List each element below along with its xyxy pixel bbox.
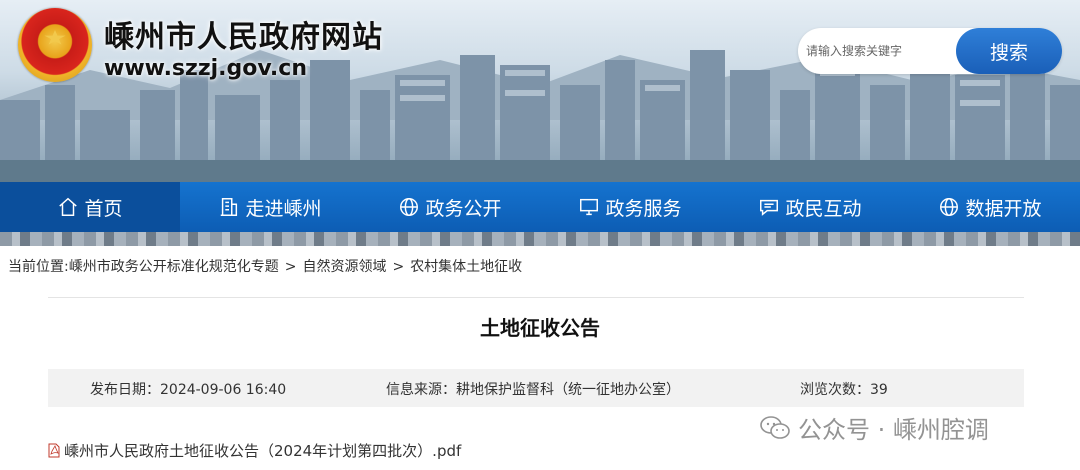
- wechat-icon: [760, 415, 790, 439]
- home-icon: [59, 197, 78, 216]
- nav-item-label: 首页: [84, 197, 123, 220]
- chat-icon: [760, 199, 779, 216]
- breadcrumb: 当前位置:嵊州市政务公开标准化规范化专题 > 自然资源领域 > 农村集体土地征收: [8, 256, 522, 276]
- attachment-filename: 嵊州市人民政府土地征收公告（2024年计划第四批次）.pdf: [64, 442, 462, 460]
- nav-item-open-data[interactable]: 数据开放: [900, 182, 1080, 232]
- search-bar: 搜索: [798, 28, 1062, 74]
- nav-item-about[interactable]: 走进嵊州: [180, 182, 360, 232]
- globe-icon: [400, 198, 419, 216]
- decorative-strip: [0, 232, 1080, 246]
- monitor-icon: [580, 198, 599, 216]
- globe-icon: [940, 198, 959, 216]
- nav-item-home[interactable]: 首页: [0, 182, 180, 232]
- breadcrumb-separator: >: [284, 259, 297, 275]
- national-emblem-logo: [18, 8, 92, 82]
- site-title: 嵊州市人民政府网站: [104, 20, 383, 55]
- nav-item-label: 政民互动: [785, 197, 862, 220]
- header-banner: 嵊州市人民政府网站 www.szzj.gov.cn 搜索: [0, 0, 1080, 182]
- breadcrumb-prefix: 当前位置:: [8, 259, 69, 275]
- breadcrumb-link[interactable]: 农村集体土地征收: [410, 259, 522, 275]
- breadcrumb-link[interactable]: 嵊州市政务公开标准化规范化专题: [69, 259, 279, 275]
- nav-item-label: 数据开放: [965, 197, 1042, 220]
- building-icon: [221, 198, 238, 216]
- nav-item-interaction[interactable]: 政民互动: [720, 182, 900, 232]
- breadcrumb-separator: >: [392, 259, 405, 275]
- publish-date: 发布日期：2024-09-06 16:40: [90, 382, 287, 398]
- divider: [48, 297, 1024, 298]
- nav-item-gov-services[interactable]: 政务服务: [540, 182, 720, 232]
- main-nav: 首页 走进嵊州 政务公开 政务服务 政民互动 数据开放: [0, 182, 1080, 232]
- pdf-icon: [48, 443, 60, 458]
- search-button[interactable]: 搜索: [956, 28, 1062, 74]
- nav-item-label: 政务服务: [605, 197, 682, 220]
- breadcrumb-link[interactable]: 自然资源领域: [302, 259, 386, 275]
- watermark-text: 公众号 · 嵊州腔调: [798, 416, 989, 444]
- site-url: www.szzj.gov.cn: [104, 56, 307, 81]
- nav-item-label: 走进嵊州: [245, 197, 322, 220]
- nav-item-label: 政务公开: [425, 197, 502, 220]
- wechat-watermark: 公众号 · 嵊州腔调: [760, 410, 989, 445]
- search-input[interactable]: [806, 36, 956, 66]
- info-source: 信息来源：耕地保护监督科（统一征地办公室）: [386, 382, 680, 398]
- view-count: 浏览次数：39: [800, 382, 888, 398]
- nav-item-gov-affairs[interactable]: 政务公开: [360, 182, 540, 232]
- article-meta: 发布日期：2024-09-06 16:40 信息来源：耕地保护监督科（统一征地办…: [48, 369, 1024, 407]
- attachment-link[interactable]: 嵊州市人民政府土地征收公告（2024年计划第四批次）.pdf: [48, 440, 461, 461]
- page-title: 土地征收公告: [480, 316, 600, 340]
